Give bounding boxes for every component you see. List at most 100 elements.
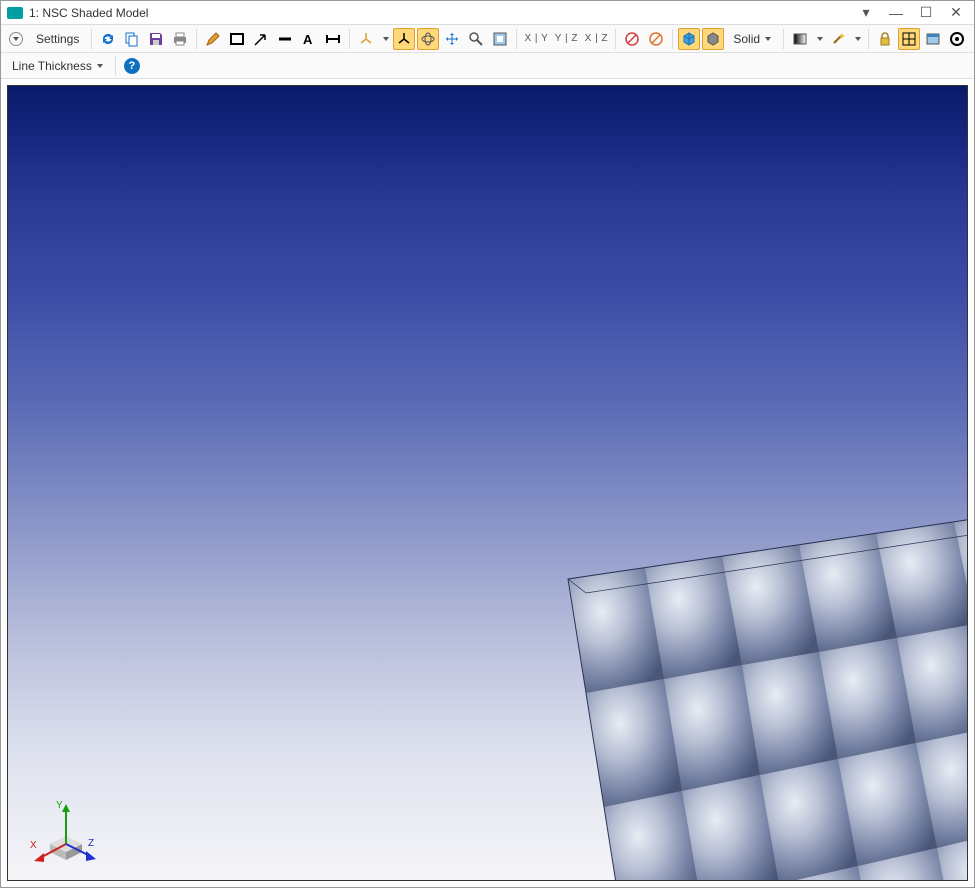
axis-triad: Y X Z — [26, 796, 96, 866]
gradient-icon — [792, 31, 808, 47]
close-button[interactable]: ✕ — [944, 4, 968, 21]
lock-icon — [877, 31, 893, 47]
line-button[interactable] — [274, 28, 296, 50]
print-icon — [172, 31, 188, 47]
minimize-button[interactable]: — — [884, 5, 908, 21]
box-shaded-icon — [681, 31, 697, 47]
refresh-button[interactable] — [97, 28, 119, 50]
rotate-icon — [420, 31, 436, 47]
box-solid-icon — [705, 31, 721, 47]
model-panel — [488, 499, 969, 881]
viewport-3d[interactable]: Y X Z — [7, 85, 968, 881]
copy-icon — [124, 31, 140, 47]
solid-label: Solid — [733, 32, 760, 46]
print-button[interactable] — [169, 28, 191, 50]
separator — [115, 56, 116, 76]
line-thickness-label: Line Thickness — [12, 59, 92, 73]
separator — [91, 29, 92, 49]
solid-dropdown[interactable]: Solid — [726, 28, 778, 50]
axis-x-label: X — [30, 840, 37, 851]
window-menu-button[interactable]: ▾ — [854, 4, 878, 21]
window-icon — [925, 31, 941, 47]
xy-plane-label: X | Y — [524, 33, 548, 44]
yz-plane-button[interactable]: Y | Z — [552, 28, 580, 50]
axis-y-label: Y — [56, 800, 63, 811]
titlebar: 1: NSC Shaded Model ▾ — ☐ ✕ — [1, 1, 974, 25]
save-icon — [148, 31, 164, 47]
separator — [783, 29, 784, 49]
xz-plane-button[interactable]: X | Z — [582, 28, 610, 50]
target-button[interactable] — [946, 28, 968, 50]
fit-icon — [492, 31, 508, 47]
settings-expand-button[interactable] — [5, 28, 27, 50]
main-toolbar: Settings A — [1, 25, 974, 53]
settings-label: Settings — [36, 32, 79, 46]
axis-z-label: Z — [88, 838, 94, 849]
axes-3d-icon — [396, 31, 412, 47]
wand-icon — [830, 31, 846, 47]
yz-plane-label: Y | Z — [555, 33, 578, 44]
save-button[interactable] — [145, 28, 167, 50]
app-window: 1: NSC Shaded Model ▾ — ☐ ✕ Settings — [0, 0, 975, 888]
rectangle-icon — [229, 31, 245, 47]
axes-pick-icon — [358, 31, 374, 47]
axes-3d-button[interactable] — [393, 28, 415, 50]
box-solid-button[interactable] — [702, 28, 724, 50]
line-icon — [277, 31, 293, 47]
help-icon: ? — [124, 58, 140, 74]
pan-icon — [444, 31, 460, 47]
chevron-down-icon — [855, 37, 861, 41]
box-shaded-button[interactable] — [678, 28, 700, 50]
target-icon — [949, 31, 965, 47]
disable-1-icon — [624, 31, 640, 47]
xy-plane-button[interactable]: X | Y — [522, 28, 550, 50]
separator — [672, 29, 673, 49]
gradient-button[interactable] — [789, 28, 811, 50]
secondary-toolbar: Line Thickness ? — [1, 53, 974, 79]
axes-pick-button[interactable] — [355, 28, 377, 50]
arrow-icon — [253, 31, 269, 47]
separator — [615, 29, 616, 49]
wand-button[interactable] — [827, 28, 849, 50]
text-button[interactable]: A — [298, 28, 320, 50]
fit-button[interactable] — [489, 28, 511, 50]
settings-button[interactable]: Settings — [29, 28, 86, 50]
separator — [516, 29, 517, 49]
pencil-icon — [205, 31, 221, 47]
refresh-icon — [100, 31, 116, 47]
zoom-button[interactable] — [465, 28, 487, 50]
window-button[interactable] — [922, 28, 944, 50]
separator — [349, 29, 350, 49]
separator — [868, 29, 869, 49]
dimension-icon — [325, 31, 341, 47]
separator — [196, 29, 197, 49]
dimension-button[interactable] — [322, 28, 344, 50]
grid-icon — [901, 31, 917, 47]
pencil-button[interactable] — [202, 28, 224, 50]
disable-1-button[interactable] — [621, 28, 643, 50]
chevron-down-icon — [9, 32, 23, 46]
xz-plane-label: X | Z — [585, 33, 608, 44]
copy-button[interactable] — [121, 28, 143, 50]
app-icon — [7, 7, 23, 19]
disable-2-icon — [648, 31, 664, 47]
chevron-down-icon — [383, 37, 389, 41]
gradient-dropdown[interactable] — [813, 28, 825, 50]
window-title: 1: NSC Shaded Model — [29, 6, 848, 20]
disable-2-button[interactable] — [645, 28, 667, 50]
chevron-down-icon — [765, 37, 771, 41]
arrow-button[interactable] — [250, 28, 272, 50]
pan-button[interactable] — [441, 28, 463, 50]
grid-button[interactable] — [898, 28, 920, 50]
line-thickness-dropdown[interactable]: Line Thickness — [5, 55, 110, 77]
help-button[interactable]: ? — [121, 55, 143, 77]
axes-pick-dropdown[interactable] — [379, 28, 391, 50]
maximize-button[interactable]: ☐ — [914, 4, 938, 21]
chevron-down-icon — [817, 37, 823, 41]
rotate-button[interactable] — [417, 28, 439, 50]
lock-button[interactable] — [874, 28, 896, 50]
wand-dropdown[interactable] — [851, 28, 863, 50]
rectangle-button[interactable] — [226, 28, 248, 50]
svg-text:A: A — [303, 32, 313, 47]
text-icon: A — [301, 31, 317, 47]
